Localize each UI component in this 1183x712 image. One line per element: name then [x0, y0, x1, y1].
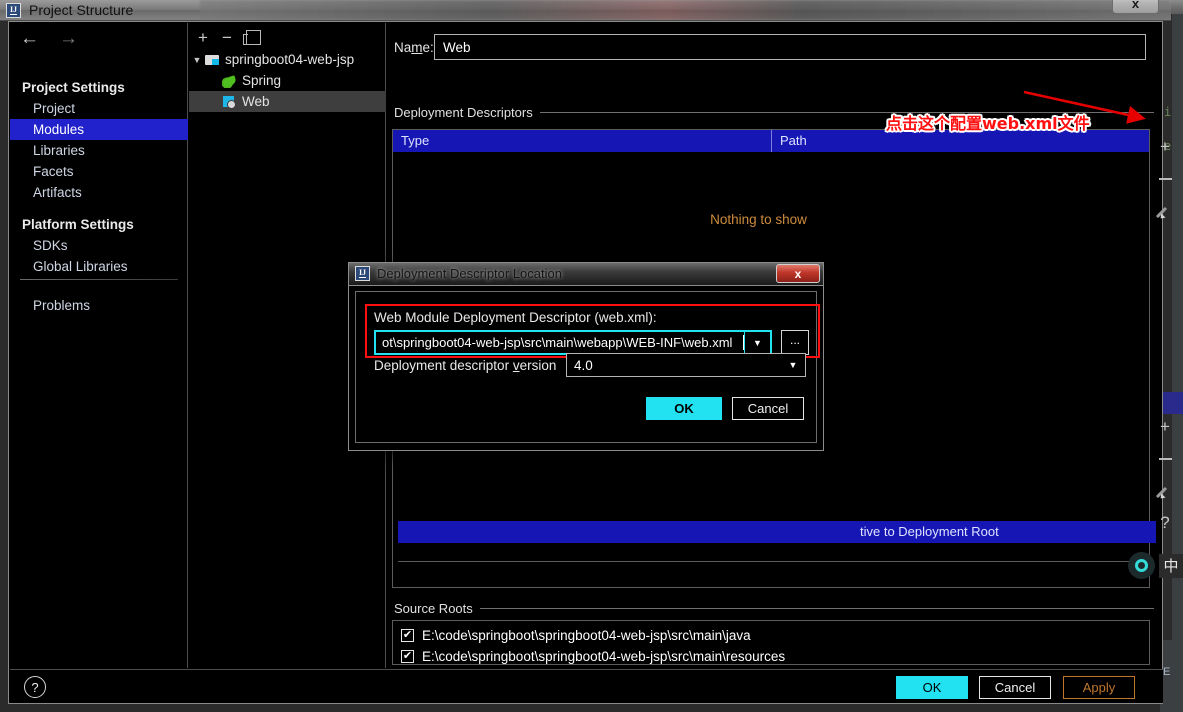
source-roots-title: Source Roots [394, 601, 473, 616]
source-root-path: E:\code\springboot\springboot04-web-jsp\… [422, 649, 786, 664]
dialog-title: Deployment Descriptor Location [377, 266, 562, 281]
title-bar-blur [200, 0, 1171, 20]
descriptor-path-input[interactable]: ot\springboot04-web-jsp\src\main\webapp\… [376, 332, 743, 353]
section-rule-2 [479, 608, 1154, 609]
help-button[interactable]: ? [24, 676, 46, 698]
sidebar-item-facets[interactable]: Facets [10, 161, 188, 182]
edit-deployment-root-button[interactable] [1152, 475, 1178, 507]
sidebar-item-artifacts[interactable]: Artifacts [10, 182, 188, 203]
sidebar-group-title-platform-settings: Platform Settings [22, 217, 134, 232]
back-arrow-icon[interactable]: ← [20, 29, 39, 48]
ime-indicator[interactable]: 中 [1128, 552, 1183, 579]
sidebar-group-problems: Problems [10, 295, 188, 316]
ok-button[interactable]: OK [896, 676, 968, 699]
ime-mode-label[interactable]: 中 [1159, 553, 1183, 578]
sidebar-group-platform-settings: Platform Settings SDKs Global Libraries [10, 214, 188, 277]
dialog-close-button[interactable]: x [776, 264, 820, 283]
table-empty-message: Nothing to show [710, 212, 807, 227]
remove-deployment-root-button[interactable] [1152, 443, 1178, 475]
chevron-down-icon[interactable]: ▼ [189, 55, 205, 65]
dialog-title-bar: IJ Deployment Descriptor Location x [348, 262, 824, 286]
tree-label-web: Web [242, 94, 270, 109]
background-right-rail [1172, 14, 1183, 712]
deployment-root-help-button[interactable]: ? [1152, 507, 1178, 539]
sidebar-group-title-project-settings: Project Settings [22, 80, 125, 95]
window-close-button[interactable]: x [1112, 0, 1159, 14]
dialog-ok-button[interactable]: OK [646, 397, 722, 420]
name-row: Name: Web [394, 34, 1146, 60]
edit-descriptor-button[interactable] [1152, 195, 1178, 227]
ime-circle-icon[interactable] [1128, 552, 1155, 579]
sidebar-item-problems[interactable]: Problems [10, 295, 188, 316]
descriptor-field-label: Web Module Deployment Descriptor (web.xm… [374, 310, 657, 325]
navigation-arrows: ← → [20, 29, 78, 48]
remove-module-button[interactable]: − [222, 29, 232, 46]
deployment-descriptor-dialog: IJ Deployment Descriptor Location x Web … [348, 262, 824, 451]
deployment-descriptors-title: Deployment Descriptors [394, 105, 533, 120]
descriptors-toolbar: + [1152, 131, 1178, 227]
window-title: Project Structure [29, 2, 134, 18]
apply-button[interactable]: Apply [1063, 676, 1135, 699]
copy-module-icon[interactable] [242, 29, 261, 45]
module-name-input[interactable]: Web [434, 34, 1146, 60]
source-root-item-resources[interactable]: E:\code\springboot\springboot04-web-jsp\… [401, 646, 1149, 667]
window-title-bar: IJ Project Structure x [0, 0, 1171, 21]
module-tree-toolbar: + − [189, 25, 395, 49]
add-descriptor-button[interactable]: + [1152, 131, 1178, 163]
name-label-tail: e: [422, 39, 434, 55]
dialog-body: Web Module Deployment Descriptor (web.xm… [348, 286, 824, 451]
column-header-relative-to-deployment-root[interactable]: tive to Deployment Root [860, 524, 999, 539]
deployment-root-header-row: tive to Deployment Root [398, 521, 1156, 543]
sidebar-item-sdks[interactable]: SDKs [10, 235, 188, 256]
module-folder-icon [205, 54, 220, 66]
sidebar-divider [20, 279, 178, 280]
tree-row-web[interactable]: Web [189, 91, 386, 112]
dialog-inner-panel: Web Module Deployment Descriptor (web.xm… [355, 291, 820, 443]
version-select[interactable]: 4.0 ▼ [566, 353, 806, 377]
source-root-item-java[interactable]: E:\code\springboot\springboot04-web-jsp\… [401, 625, 1149, 646]
table-row[interactable] [398, 543, 1151, 562]
version-label-head: Deployment descriptor [374, 358, 513, 373]
forward-arrow-icon[interactable]: → [59, 29, 78, 48]
source-root-checkbox[interactable] [401, 650, 414, 663]
tree-row-root[interactable]: ▼ springboot04-web-jsp [189, 49, 386, 70]
source-root-path: E:\code\springboot\springboot04-web-jsp\… [422, 628, 751, 643]
source-roots-list: E:\code\springboot\springboot04-web-jsp\… [392, 620, 1150, 665]
add-deployment-root-button[interactable]: + [1152, 411, 1178, 443]
browse-button[interactable]: ... [781, 330, 809, 355]
tree-label-spring: Spring [242, 73, 282, 88]
chevron-down-icon[interactable]: ▼ [744, 332, 770, 353]
window-footer: ? OK Cancel Apply [10, 669, 1163, 703]
sidebar-group-project-settings: Project Settings Project Modules Librari… [10, 77, 188, 203]
annotation-text: 点击这个配置web.xml文件 [886, 114, 1090, 133]
source-root-checkbox[interactable] [401, 629, 414, 642]
sidebar-item-project[interactable]: Project [10, 98, 188, 119]
tree-label-root: springboot04-web-jsp [225, 52, 355, 67]
sidebar-item-global-libraries[interactable]: Global Libraries [10, 256, 188, 277]
deployment-root-toolbar: + ? [1152, 411, 1178, 539]
version-label-tail: ersion [519, 358, 557, 373]
spring-leaf-icon [222, 73, 237, 88]
column-header-type[interactable]: Type [393, 130, 772, 152]
version-label: Deployment descriptor version [374, 358, 556, 373]
intellij-logo-icon: IJ [6, 2, 21, 18]
web-module-icon [222, 95, 237, 109]
dialog-cancel-button[interactable]: Cancel [732, 397, 804, 420]
sidebar-item-libraries[interactable]: Libraries [10, 140, 188, 161]
name-label-head: Na [394, 39, 412, 55]
chevron-down-icon[interactable]: ▼ [781, 360, 805, 370]
name-label: Name: [394, 40, 434, 55]
tree-row-spring[interactable]: Spring [189, 70, 386, 91]
version-selected-value: 4.0 [574, 357, 593, 373]
settings-sidebar: ← → Project Settings Project Modules Lib… [10, 23, 188, 668]
remove-descriptor-button[interactable] [1152, 163, 1178, 195]
cancel-button[interactable]: Cancel [979, 676, 1051, 699]
descriptor-path-combobox[interactable]: ot\springboot04-web-jsp\src\main\webapp\… [374, 330, 772, 355]
name-label-mnemonic: m [411, 39, 423, 55]
source-roots-section-header: Source Roots [394, 601, 1154, 616]
sidebar-item-modules[interactable]: Modules [10, 119, 188, 140]
version-label-mnemonic: v [512, 358, 520, 373]
add-module-button[interactable]: + [198, 29, 208, 46]
dialog-intellij-logo-icon: IJ [355, 266, 370, 281]
